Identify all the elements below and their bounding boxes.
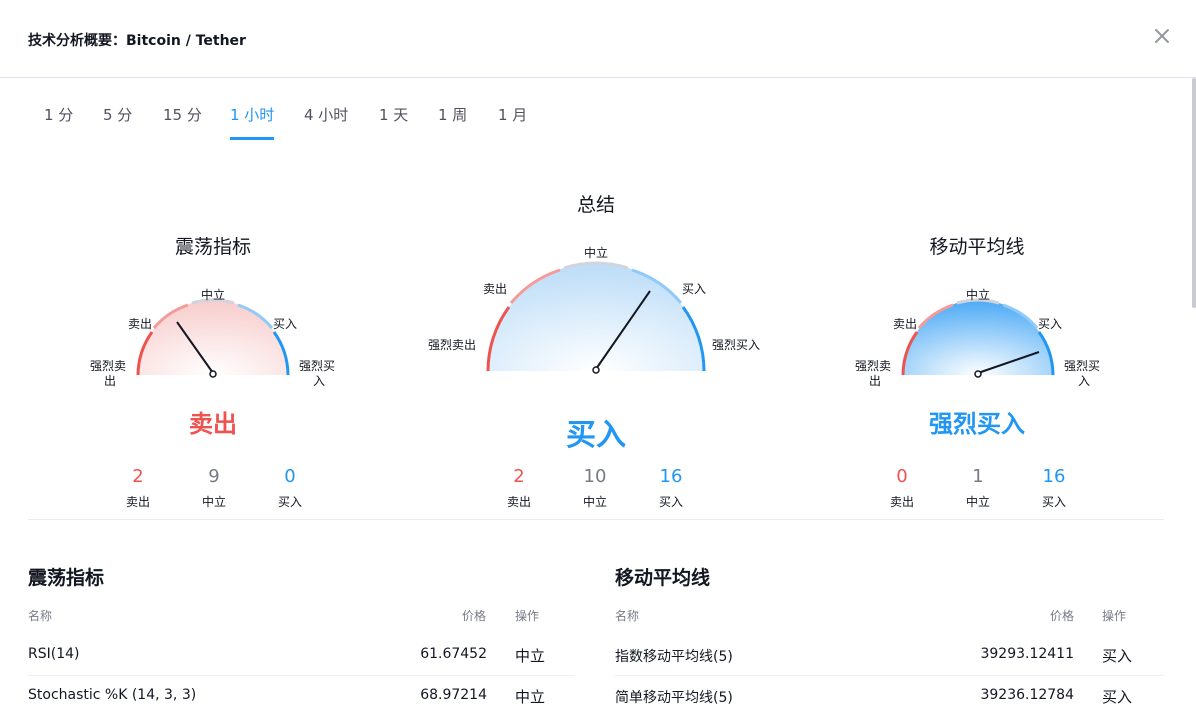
tab-1d[interactable]: 1 天 [379, 104, 408, 137]
oscillators-label-neutral: 中立 [201, 287, 225, 302]
summary-gauge: 强烈卖出 卖出 中立 买入 强烈买入 [428, 245, 760, 374]
oscillators-row-0-name: RSI(14) [28, 646, 80, 662]
oscillators-neutral-label: 中立 [201, 495, 226, 509]
summary-neutral-count: 10 [583, 466, 607, 487]
ma-label-buy: 买入 [1038, 317, 1062, 331]
tab-1mo[interactable]: 1 月 [498, 104, 527, 137]
section-divider [28, 519, 1164, 520]
dialog-title: 技术分析概要：Bitcoin / Tether [28, 33, 246, 49]
row-separator [615, 675, 1164, 676]
ma-label-strong-sell: 强烈卖出 [855, 359, 891, 388]
summary-label-buy: 买入 [682, 282, 706, 296]
oscillators-sell-count: 2 [132, 466, 144, 487]
oscillators-row-1-name: Stochastic %K (14, 3, 3) [28, 687, 197, 703]
ma-sell-label: 卖出 [889, 495, 914, 509]
oscillators-gauge-title: 震荡指标 [174, 236, 251, 258]
scrollbar[interactable] [1192, 78, 1196, 308]
tab-5m[interactable]: 5 分 [103, 104, 132, 137]
oscillators-label-buy: 买入 [273, 317, 297, 331]
tab-1h[interactable]: 1 小时 [230, 104, 275, 140]
oscillators-neutral-count: 9 [208, 466, 220, 487]
ma-row-0-price: 39293.12411 [980, 646, 1074, 662]
dialog-header: 技术分析概要：Bitcoin / Tether [0, 0, 1196, 78]
summary-buy-count: 16 [659, 466, 683, 487]
ma-col-name: 名称 [615, 609, 640, 623]
oscillators-label-strong-sell: 强烈卖出 [90, 359, 126, 388]
ma-neutral-label: 中立 [965, 495, 990, 509]
oscillators-label-sell: 卖出 [128, 317, 152, 331]
oscillators-verdict: 卖出 [189, 410, 237, 438]
ma-label-sell: 卖出 [893, 317, 917, 331]
oscillators-sell-label: 卖出 [125, 495, 150, 509]
ma-neutral-count: 1 [972, 466, 984, 487]
ma-buy-count: 16 [1042, 466, 1066, 487]
ma-row-0-name: 指数移动平均线(5) [615, 649, 733, 665]
ma-label-neutral: 中立 [966, 287, 990, 302]
oscillators-gauge: 强烈卖出 卖出 中立 买入 强烈买入 [90, 287, 335, 388]
ma-buy-label: 买入 [1041, 495, 1066, 509]
oscillators-label-strong-buy: 强烈买入 [299, 359, 335, 388]
ma-row-0-action: 买入 [1102, 647, 1133, 665]
summary-label-strong-sell: 强烈卖出 [428, 338, 476, 352]
summary-label-neutral: 中立 [584, 245, 608, 260]
oscillators-col-name: 名称 [28, 609, 53, 623]
tab-1m[interactable]: 1 分 [44, 104, 73, 137]
tab-15m[interactable]: 15 分 [163, 104, 202, 137]
ma-gauge-title: 移动平均线 [929, 236, 1025, 258]
oscillators-row-1-price: 68.97214 [420, 687, 487, 703]
close-icon[interactable] [1150, 24, 1174, 48]
ma-verdict: 强烈买入 [929, 410, 1025, 438]
summary-neutral-label: 中立 [582, 495, 607, 509]
oscillators-buy-count: 0 [284, 466, 296, 487]
oscillators-col-action: 操作 [515, 609, 540, 623]
ma-sell-count: 0 [896, 466, 908, 487]
oscillators-col-price: 价格 [462, 609, 487, 623]
tab-1w[interactable]: 1 周 [438, 104, 467, 137]
ma-row-1-price: 39236.12784 [980, 687, 1074, 703]
ma-table-title: 移动平均线 [615, 567, 711, 589]
oscillators-table-title: 震荡指标 [28, 567, 105, 589]
ma-label-strong-buy: 强烈买入 [1064, 359, 1100, 388]
ma-gauge: 强烈卖出 卖出 中立 买入 强烈买入 [855, 287, 1100, 388]
summary-buy-label: 买入 [658, 495, 683, 509]
summary-sell-label: 卖出 [506, 495, 531, 509]
ma-col-action: 操作 [1102, 609, 1127, 623]
summary-label-strong-buy: 强烈买入 [712, 338, 760, 352]
summary-label-sell: 卖出 [483, 282, 507, 296]
row-separator [28, 675, 575, 676]
oscillators-row-0-action: 中立 [515, 647, 546, 665]
oscillators-row-0-price: 61.67452 [420, 646, 487, 662]
summary-sell-count: 2 [513, 466, 525, 487]
oscillators-row-1-action: 中立 [515, 688, 546, 706]
oscillators-buy-label: 买入 [277, 495, 302, 509]
summary-verdict: 买入 [566, 418, 626, 453]
ma-col-price: 价格 [1050, 609, 1075, 623]
summary-gauge-title: 总结 [576, 194, 615, 216]
ma-row-1-name: 简单移动平均线(5) [615, 690, 733, 706]
ma-row-1-action: 买入 [1102, 688, 1133, 706]
tab-4h[interactable]: 4 小时 [304, 104, 348, 137]
